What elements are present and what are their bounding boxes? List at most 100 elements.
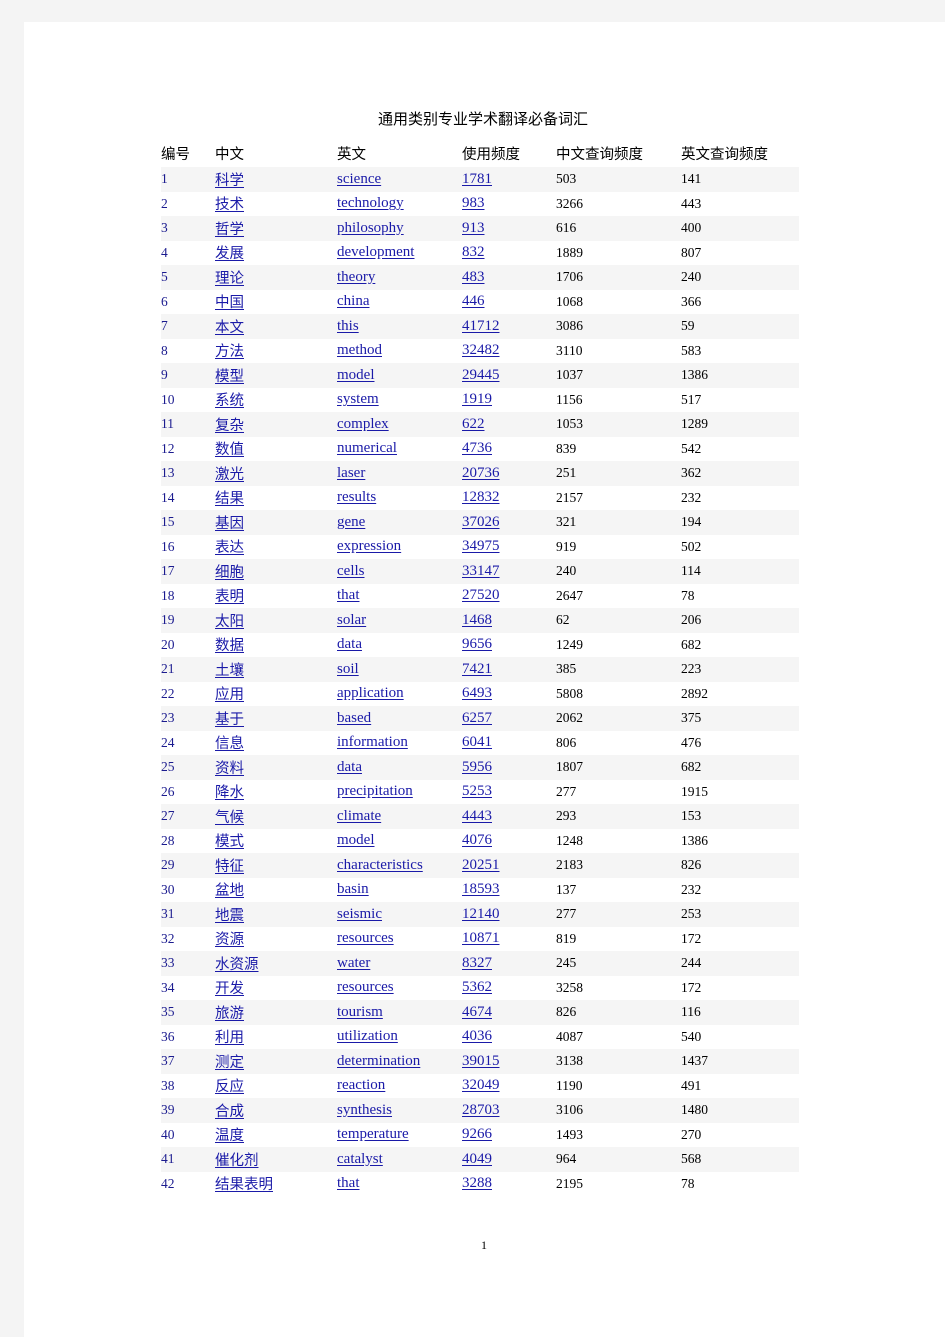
english-term[interactable]: soil bbox=[337, 657, 462, 682]
english-term[interactable]: tourism bbox=[337, 1000, 462, 1025]
chinese-term[interactable]: 本文 bbox=[215, 314, 337, 339]
usage-frequency[interactable]: 622 bbox=[462, 412, 556, 437]
english-term[interactable]: resources bbox=[337, 976, 462, 1001]
english-term-link[interactable]: model bbox=[337, 832, 375, 848]
usage-frequency[interactable]: 28703 bbox=[462, 1098, 556, 1123]
usage-frequency[interactable]: 27520 bbox=[462, 584, 556, 609]
usage-frequency[interactable]: 5253 bbox=[462, 780, 556, 805]
usage-frequency-link[interactable]: 483 bbox=[462, 269, 485, 285]
usage-frequency[interactable]: 29445 bbox=[462, 363, 556, 388]
chinese-term-link[interactable]: 气候 bbox=[215, 810, 244, 826]
english-term-link[interactable]: results bbox=[337, 489, 376, 505]
chinese-term[interactable]: 理论 bbox=[215, 265, 337, 290]
usage-frequency[interactable]: 1468 bbox=[462, 608, 556, 633]
usage-frequency-link[interactable]: 20736 bbox=[462, 465, 500, 481]
english-term[interactable]: development bbox=[337, 241, 462, 266]
english-term-link[interactable]: reaction bbox=[337, 1077, 385, 1093]
english-term-link[interactable]: synthesis bbox=[337, 1102, 392, 1118]
chinese-term-link[interactable]: 开发 bbox=[215, 981, 244, 997]
english-term[interactable]: method bbox=[337, 339, 462, 364]
english-term-link[interactable]: utilization bbox=[337, 1028, 398, 1044]
usage-frequency-link[interactable]: 4443 bbox=[462, 808, 492, 824]
chinese-term[interactable]: 旅游 bbox=[215, 1000, 337, 1025]
english-term[interactable]: seismic bbox=[337, 902, 462, 927]
chinese-term[interactable]: 激光 bbox=[215, 461, 337, 486]
chinese-term[interactable]: 降水 bbox=[215, 780, 337, 805]
english-term-link[interactable]: resources bbox=[337, 979, 394, 995]
english-term[interactable]: resources bbox=[337, 927, 462, 952]
chinese-term[interactable]: 结果表明 bbox=[215, 1172, 337, 1197]
chinese-term-link[interactable]: 基因 bbox=[215, 516, 244, 532]
chinese-term[interactable]: 地震 bbox=[215, 902, 337, 927]
chinese-term[interactable]: 复杂 bbox=[215, 412, 337, 437]
usage-frequency-link[interactable]: 9656 bbox=[462, 636, 492, 652]
english-term[interactable]: determination bbox=[337, 1049, 462, 1074]
usage-frequency-link[interactable]: 33147 bbox=[462, 563, 500, 579]
usage-frequency[interactable]: 4736 bbox=[462, 437, 556, 462]
english-term-link[interactable]: numerical bbox=[337, 440, 397, 456]
chinese-term-link[interactable]: 结果 bbox=[215, 491, 244, 507]
chinese-term[interactable]: 科学 bbox=[215, 167, 337, 192]
usage-frequency[interactable]: 5362 bbox=[462, 976, 556, 1001]
english-term[interactable]: laser bbox=[337, 461, 462, 486]
usage-frequency-link[interactable]: 4049 bbox=[462, 1151, 492, 1167]
english-term[interactable]: model bbox=[337, 829, 462, 854]
usage-frequency-link[interactable]: 10871 bbox=[462, 930, 500, 946]
usage-frequency-link[interactable]: 1919 bbox=[462, 391, 492, 407]
chinese-term[interactable]: 资源 bbox=[215, 927, 337, 952]
english-term-link[interactable]: development bbox=[337, 244, 414, 260]
chinese-term-link[interactable]: 方法 bbox=[215, 344, 244, 360]
english-term-link[interactable]: characteristics bbox=[337, 857, 423, 873]
usage-frequency[interactable]: 483 bbox=[462, 265, 556, 290]
usage-frequency-link[interactable]: 832 bbox=[462, 244, 485, 260]
usage-frequency-link[interactable]: 4736 bbox=[462, 440, 492, 456]
english-term[interactable]: technology bbox=[337, 192, 462, 217]
usage-frequency-link[interactable]: 27520 bbox=[462, 587, 500, 603]
english-term-link[interactable]: information bbox=[337, 734, 408, 750]
english-term-link[interactable]: that bbox=[337, 587, 360, 603]
chinese-term[interactable]: 合成 bbox=[215, 1098, 337, 1123]
english-term[interactable]: system bbox=[337, 388, 462, 413]
chinese-term-link[interactable]: 太阳 bbox=[215, 614, 244, 630]
english-term[interactable]: numerical bbox=[337, 437, 462, 462]
chinese-term-link[interactable]: 复杂 bbox=[215, 418, 244, 434]
usage-frequency-link[interactable]: 37026 bbox=[462, 514, 500, 530]
english-term[interactable]: precipitation bbox=[337, 780, 462, 805]
chinese-term[interactable]: 温度 bbox=[215, 1123, 337, 1148]
english-term-link[interactable]: data bbox=[337, 636, 362, 652]
usage-frequency[interactable]: 832 bbox=[462, 241, 556, 266]
chinese-term-link[interactable]: 本文 bbox=[215, 320, 244, 336]
usage-frequency-link[interactable]: 32482 bbox=[462, 342, 500, 358]
chinese-term-link[interactable]: 水资源 bbox=[215, 957, 259, 973]
chinese-term[interactable]: 结果 bbox=[215, 486, 337, 511]
english-term[interactable]: synthesis bbox=[337, 1098, 462, 1123]
chinese-term-link[interactable]: 合成 bbox=[215, 1104, 244, 1120]
chinese-term-link[interactable]: 利用 bbox=[215, 1030, 244, 1046]
chinese-term[interactable]: 测定 bbox=[215, 1049, 337, 1074]
usage-frequency-link[interactable]: 41712 bbox=[462, 318, 500, 334]
usage-frequency[interactable]: 446 bbox=[462, 290, 556, 315]
usage-frequency-link[interactable]: 446 bbox=[462, 293, 485, 309]
english-term-link[interactable]: catalyst bbox=[337, 1151, 383, 1167]
usage-frequency[interactable]: 3288 bbox=[462, 1172, 556, 1197]
usage-frequency[interactable]: 9266 bbox=[462, 1123, 556, 1148]
english-term-link[interactable]: climate bbox=[337, 808, 381, 824]
usage-frequency[interactable]: 1919 bbox=[462, 388, 556, 413]
chinese-term-link[interactable]: 盆地 bbox=[215, 883, 244, 899]
chinese-term[interactable]: 基于 bbox=[215, 706, 337, 731]
usage-frequency[interactable]: 5956 bbox=[462, 755, 556, 780]
english-term-link[interactable]: solar bbox=[337, 612, 366, 628]
english-term-link[interactable]: tourism bbox=[337, 1004, 383, 1020]
usage-frequency-link[interactable]: 5253 bbox=[462, 783, 492, 799]
chinese-term-link[interactable]: 资料 bbox=[215, 761, 244, 777]
english-term-link[interactable]: determination bbox=[337, 1053, 420, 1069]
english-term[interactable]: catalyst bbox=[337, 1147, 462, 1172]
usage-frequency-link[interactable]: 28703 bbox=[462, 1102, 500, 1118]
english-term[interactable]: china bbox=[337, 290, 462, 315]
english-term-link[interactable]: soil bbox=[337, 661, 359, 677]
chinese-term-link[interactable]: 中国 bbox=[215, 295, 244, 311]
english-term[interactable]: this bbox=[337, 314, 462, 339]
english-term[interactable]: climate bbox=[337, 804, 462, 829]
english-term[interactable]: basin bbox=[337, 878, 462, 903]
chinese-term-link[interactable]: 旅游 bbox=[215, 1006, 244, 1022]
